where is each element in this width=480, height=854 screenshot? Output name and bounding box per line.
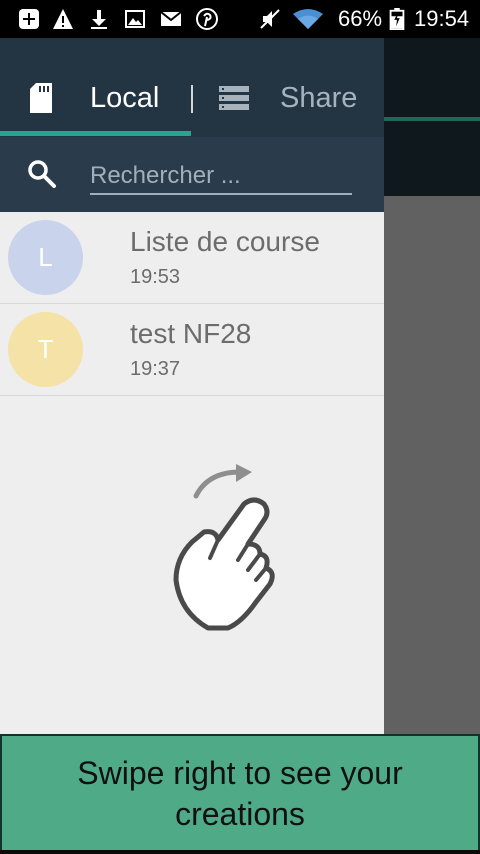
sd-card-icon: [30, 83, 52, 113]
list-item[interactable]: T test NF28 19:37: [0, 304, 384, 396]
list-icon: [219, 86, 249, 110]
warning-icon: [53, 9, 73, 29]
battery-icon: [389, 8, 405, 30]
tab-bar: Local Share: [0, 38, 384, 137]
tab-share[interactable]: Share: [218, 78, 357, 118]
notification-plus-icon: [19, 9, 39, 29]
tip-banner-text: Swipe right to see your creations: [77, 755, 403, 832]
avatar: L: [8, 220, 83, 295]
tab-local[interactable]: Local: [28, 78, 159, 118]
item-time: 19:53: [130, 266, 181, 288]
search-bar: [0, 137, 384, 212]
background-scrim[interactable]: [384, 196, 480, 736]
tab-local-label: Local: [90, 81, 160, 114]
search-input[interactable]: [90, 159, 352, 195]
mute-icon: [260, 9, 280, 29]
item-title: Liste de course: [130, 226, 320, 257]
wifi-icon: [293, 9, 323, 29]
item-time: 19:37: [130, 358, 181, 380]
bottom-strip: [0, 850, 480, 854]
search-icon[interactable]: [27, 159, 57, 189]
pinterest-icon: [196, 8, 218, 30]
image-icon: [125, 10, 145, 28]
swipe-hand-icon: [173, 464, 275, 631]
avatar: T: [8, 312, 83, 387]
item-title: test NF28: [130, 318, 252, 349]
tab-indicator: [0, 131, 191, 136]
battery-percent: 66%: [338, 6, 383, 31]
clock: 19:54: [414, 6, 470, 31]
notes-list: L Liste de course 19:53 T test NF28 19:3…: [0, 212, 384, 396]
tab-divider: [191, 85, 193, 113]
navigation-drawer: Local Share L Liste de course 19:53: [0, 38, 384, 736]
tip-banner[interactable]: Swipe right to see your creations: [0, 734, 480, 854]
status-bar: 66% 19:54: [0, 0, 480, 38]
download-icon: [91, 10, 107, 29]
background-tab-indicator: [384, 117, 480, 121]
tab-share-label: Share: [280, 81, 358, 114]
list-item[interactable]: L Liste de course 19:53: [0, 212, 384, 304]
mail-icon: [160, 11, 182, 26]
